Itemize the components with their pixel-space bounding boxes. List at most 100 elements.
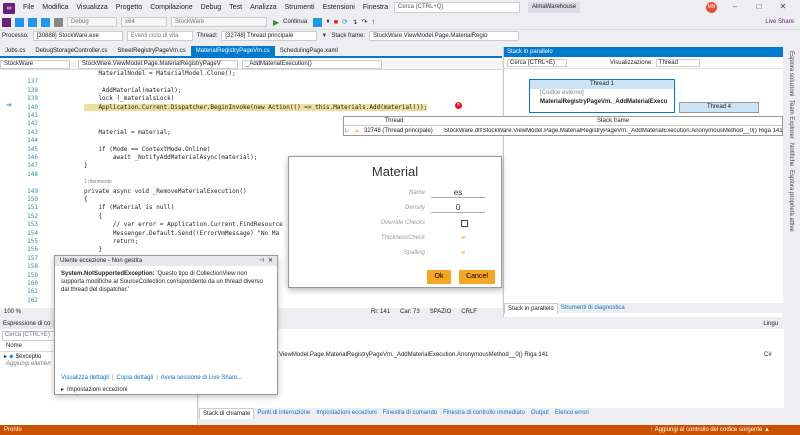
pause-icon[interactable]: ⏸ [326,18,330,26]
side-tab-team-explorer[interactable]: Team Explorer [788,100,794,139]
flag-icon[interactable]: ⚐ [344,128,354,135]
step-into-icon[interactable]: ↴ [352,18,358,26]
step-out-icon[interactable]: ↑ [372,19,376,26]
process-select[interactable]: [30888] StockWare.exe [32,30,123,41]
hot-reload-icon[interactable] [313,17,323,27]
line-number: 150 [27,196,38,203]
save-all-icon[interactable] [41,17,50,27]
override-checks-label: Override Checks [380,220,425,226]
platform-select[interactable]: x64 [121,17,167,27]
project-nav-select[interactable]: StockWare [0,60,70,69]
method-nav-select[interactable]: _AddMaterialExecution() [242,60,382,69]
filter-icon[interactable]: ▼ [321,33,327,39]
document-tab[interactable]: Jobs.cs [0,46,30,57]
document-tab[interactable]: SchedulingPage.xaml [275,46,343,57]
processo-label: Processo: [2,32,29,39]
close-popup-icon[interactable]: ✕ [268,256,273,266]
bottom-tab[interactable]: Finestra di controllo immediato [440,408,528,418]
stack-frame-row[interactable]: MaterialRegistryPageVm._AddMaterialExecu [530,98,674,107]
thread-4-node[interactable]: Thread 4 [679,102,759,113]
document-tab[interactable]: SheetRegistryPageVm.cs [112,46,190,57]
new-project-icon[interactable] [15,17,24,27]
undo-icon[interactable] [54,17,63,27]
pin-icon[interactable]: ⊣ [259,256,264,266]
override-checks-checkbox[interactable] [461,220,468,227]
expand-icon[interactable]: ▸ [4,353,7,360]
exception-icon: ◆ [9,354,14,360]
spalling-menu-icon[interactable]: ≡ [461,250,468,257]
exception-type: System.NotSupportedException: [61,271,155,277]
stack-search-input[interactable]: Cerca (CTRL+E) [507,58,567,67]
expand-settings-icon[interactable]: ▸ [61,386,64,393]
maximize-icon[interactable]: □ [752,1,766,13]
thread-column-header: Thread [384,118,404,124]
thread-select[interactable]: [32748] Thread principale [221,30,318,41]
view-details-link[interactable]: Visualizza dettagli [61,375,109,381]
continue-button[interactable]: Continua [283,19,307,25]
menu-item[interactable]: Progetto [112,0,146,15]
menu-item[interactable]: Modifica [38,0,72,15]
bottom-tab[interactable]: Elenco errori [552,408,592,418]
tab-diagnostic-tools[interactable]: Strumenti di diagnostica [558,303,628,313]
startup-project-select[interactable]: StockWare [171,17,267,27]
menu-items: File Modifica Visualizza Progetto Compilazio… [19,0,404,15]
menu-item[interactable]: File [19,0,38,15]
search-input[interactable]: Cerca (CTRL+Q) [394,2,520,13]
zoom-level[interactable]: 100 % [4,308,21,317]
close-icon[interactable]: ✕ [776,1,790,13]
document-tab[interactable]: MaterialRegistryPageVm.cs [190,46,275,57]
live-share-button[interactable]: Live Share [765,19,794,25]
side-tab-solution-explorer[interactable]: Esplora soluzioni [788,51,794,96]
thickness-check-menu-icon[interactable]: ≡ [461,235,468,242]
name-input[interactable]: es [431,188,485,198]
menu-item[interactable]: Analizza [246,0,280,15]
ok-button[interactable]: Ok [427,270,451,284]
view-select[interactable]: Thread [655,58,700,67]
side-tool-strip: Esplora soluzioni Team Explorer Notifich… [784,47,800,337]
thread-1-node[interactable]: Thread 1 [Codice esterno] MaterialRegist… [529,79,675,113]
stack-frame-select[interactable]: StockWare.ViewModel.Page.MaterialRegio [369,30,520,41]
code-line: Application.Current.Dispatcher.BeginInvo… [84,103,428,111]
menu-item[interactable]: Strumenti [281,0,319,15]
menu-item[interactable]: Compilazione [146,0,196,15]
line-number: 151 [27,204,38,212]
minimize-icon[interactable]: – [728,1,742,13]
menu-item[interactable]: Debug [197,0,226,15]
avatar[interactable]: MN [706,2,717,13]
side-tab-notifications[interactable]: Notifiche [788,143,794,166]
step-over-icon[interactable]: ↷ [362,18,368,26]
external-code-row: [Codice esterno] [540,90,584,96]
restart-icon[interactable]: ⟳ [342,18,348,26]
code-line: { [84,196,88,203]
exception-title: Utente eccezione - Non gestita [60,258,143,264]
bottom-tab[interactable]: Impostazioni eccezioni [313,408,379,418]
line-number: 157 [27,254,38,262]
play-icon[interactable]: ▶ [273,18,279,27]
copy-details-link[interactable]: Copia dettagli [116,375,153,381]
source-control-button[interactable]: ↑ Aggiungi al controllo del codice sorge… [650,425,770,435]
bottom-tab[interactable]: Output [528,408,552,418]
tab-parallel-stacks[interactable]: Stack in parallelo [504,302,558,314]
call-stack-row[interactable]: ViewModel.Page.MaterialRegistryPageVm._A… [199,349,784,361]
bottom-tab[interactable]: Punti di interruzione [254,408,313,418]
stop-icon[interactable]: ■ [334,19,338,26]
bottom-panel-tabs: Stack di chiamate Punti di interruzione Im… [199,407,784,419]
save-icon[interactable] [28,17,37,27]
bottom-tab[interactable]: Stack di chiamate [199,407,255,419]
menu-item[interactable]: Finestra [359,0,392,15]
menu-item[interactable]: Estensioni [319,0,359,15]
config-select[interactable]: Debug [67,17,117,27]
document-tab[interactable]: DebugStorageController.cs [30,46,112,57]
back-icon[interactable] [2,17,11,27]
menu-item[interactable]: Visualizza [72,0,111,15]
density-input[interactable]: 0 [431,203,485,213]
live-share-link[interactable]: Avvia sessione di Live Share... [161,375,243,381]
lifecycle-events-select[interactable]: Eventi ciclo di vita [126,30,193,41]
watch-row-name: $exceptio [15,353,42,360]
exception-settings[interactable]: ▸ Impostazioni eccezioni [61,386,127,394]
bottom-tab[interactable]: Finestra di comando [380,408,440,418]
cancel-button[interactable]: Cancel [459,270,495,284]
class-nav-select[interactable]: StockWare.ViewModel.Page.MaterialRegistr… [78,60,238,69]
menu-item[interactable]: Test [225,0,246,15]
side-tab-properties[interactable]: Esplora proprietà attive [788,170,794,232]
